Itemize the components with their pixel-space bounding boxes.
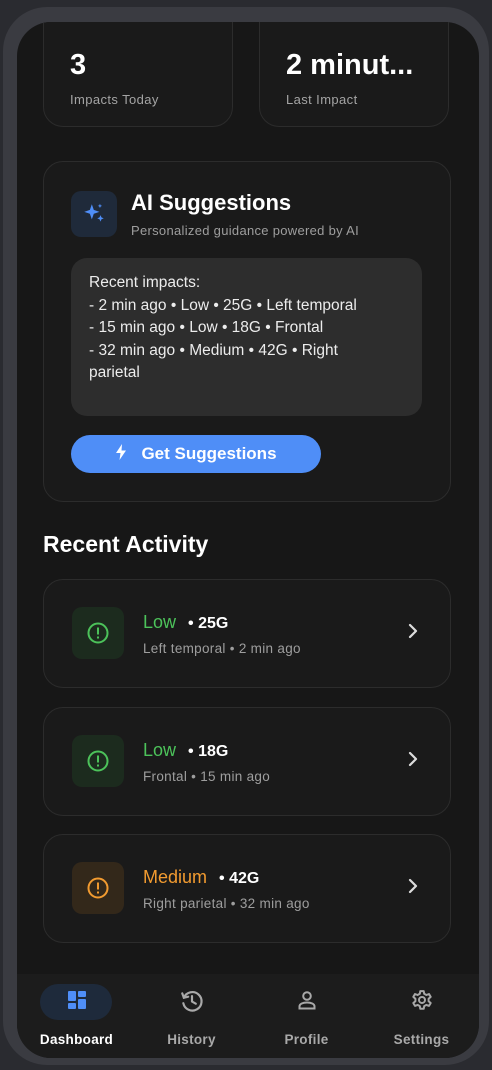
nav-item-history[interactable]: History — [134, 974, 249, 1058]
alert-circle-icon — [72, 862, 124, 914]
nav-label: History — [167, 1032, 216, 1047]
activity-g-force: • 25G — [188, 615, 229, 632]
nav-item-dashboard[interactable]: Dashboard — [19, 974, 134, 1058]
stat-value: 3 — [70, 49, 87, 81]
chevron-right-icon — [408, 751, 418, 772]
gear-icon — [364, 988, 479, 1012]
device-frame: 3 Impacts Today 2 minut... Last Impact A… — [3, 7, 489, 1065]
nav-label: Profile — [284, 1032, 329, 1047]
ai-text-line: parietal — [89, 364, 140, 381]
chevron-right-icon — [408, 878, 418, 899]
nav-item-settings[interactable]: Settings — [364, 974, 479, 1058]
get-suggestions-label: Get Suggestions — [141, 444, 277, 463]
ai-text-line: Recent impacts: — [89, 274, 201, 291]
ai-text-line: - 15 min ago • Low • 18G • Frontal — [89, 319, 324, 336]
activity-item[interactable]: Low • 25G Left temporal • 2 min ago — [43, 579, 451, 688]
lightning-icon — [115, 443, 127, 465]
activity-level: Medium — [143, 867, 208, 887]
stat-label: Last Impact — [286, 92, 358, 107]
ai-card-title: AI Suggestions — [131, 190, 292, 215]
activity-summary: Medium • 42G — [143, 867, 259, 888]
activity-summary: Low • 25G — [143, 612, 228, 633]
activity-level: Low — [143, 612, 177, 632]
history-icon — [134, 988, 249, 1014]
activity-detail: Right parietal • 32 min ago — [143, 896, 310, 911]
ai-text-line: - 2 min ago • Low • 25G • Left temporal — [89, 296, 357, 314]
chevron-right-icon — [408, 623, 418, 644]
nav-label: Settings — [393, 1032, 450, 1047]
recent-activity-title: Recent Activity — [43, 531, 209, 557]
sparkles-icon — [71, 191, 117, 237]
alert-circle-icon — [72, 735, 124, 787]
activity-item[interactable]: Low • 18G Frontal • 15 min ago — [43, 707, 451, 816]
app-screen: 3 Impacts Today 2 minut... Last Impact A… — [17, 22, 479, 1058]
stat-card-impacts-today[interactable]: 3 Impacts Today — [43, 22, 233, 127]
activity-g-force: • 42G — [219, 870, 260, 887]
alert-circle-icon — [72, 607, 124, 659]
stat-label: Impacts Today — [70, 92, 159, 107]
get-suggestions-button[interactable]: Get Suggestions — [71, 435, 321, 473]
activity-summary: Low • 18G — [143, 740, 228, 761]
activity-level: Low — [143, 740, 177, 760]
activity-detail: Frontal • 15 min ago — [143, 769, 271, 784]
ai-card-subtitle: Personalized guidance powered by AI — [131, 223, 360, 238]
activity-detail: Left temporal • 2 min ago — [143, 641, 301, 656]
ai-context-text[interactable]: Recent impacts: - 2 min ago • Low • 25G … — [71, 258, 422, 416]
profile-icon — [249, 988, 364, 1012]
dashboard-icon — [19, 988, 134, 1012]
bottom-nav: Dashboard History Profile Settings — [17, 974, 479, 1058]
nav-item-profile[interactable]: Profile — [249, 974, 364, 1058]
ai-suggestions-card: AI Suggestions Personalized guidance pow… — [43, 161, 451, 502]
dashboard-scroll[interactable]: 3 Impacts Today 2 minut... Last Impact A… — [17, 22, 479, 974]
activity-item[interactable]: Medium • 42G Right parietal • 32 min ago — [43, 834, 451, 943]
nav-label: Dashboard — [39, 1032, 114, 1047]
activity-g-force: • 18G — [188, 743, 229, 760]
stat-value: 2 minut... — [286, 49, 414, 81]
stat-card-last-impact[interactable]: 2 minut... Last Impact — [259, 22, 449, 127]
ai-text-line: - 32 min ago • Medium • 42G • Right — [89, 341, 338, 359]
